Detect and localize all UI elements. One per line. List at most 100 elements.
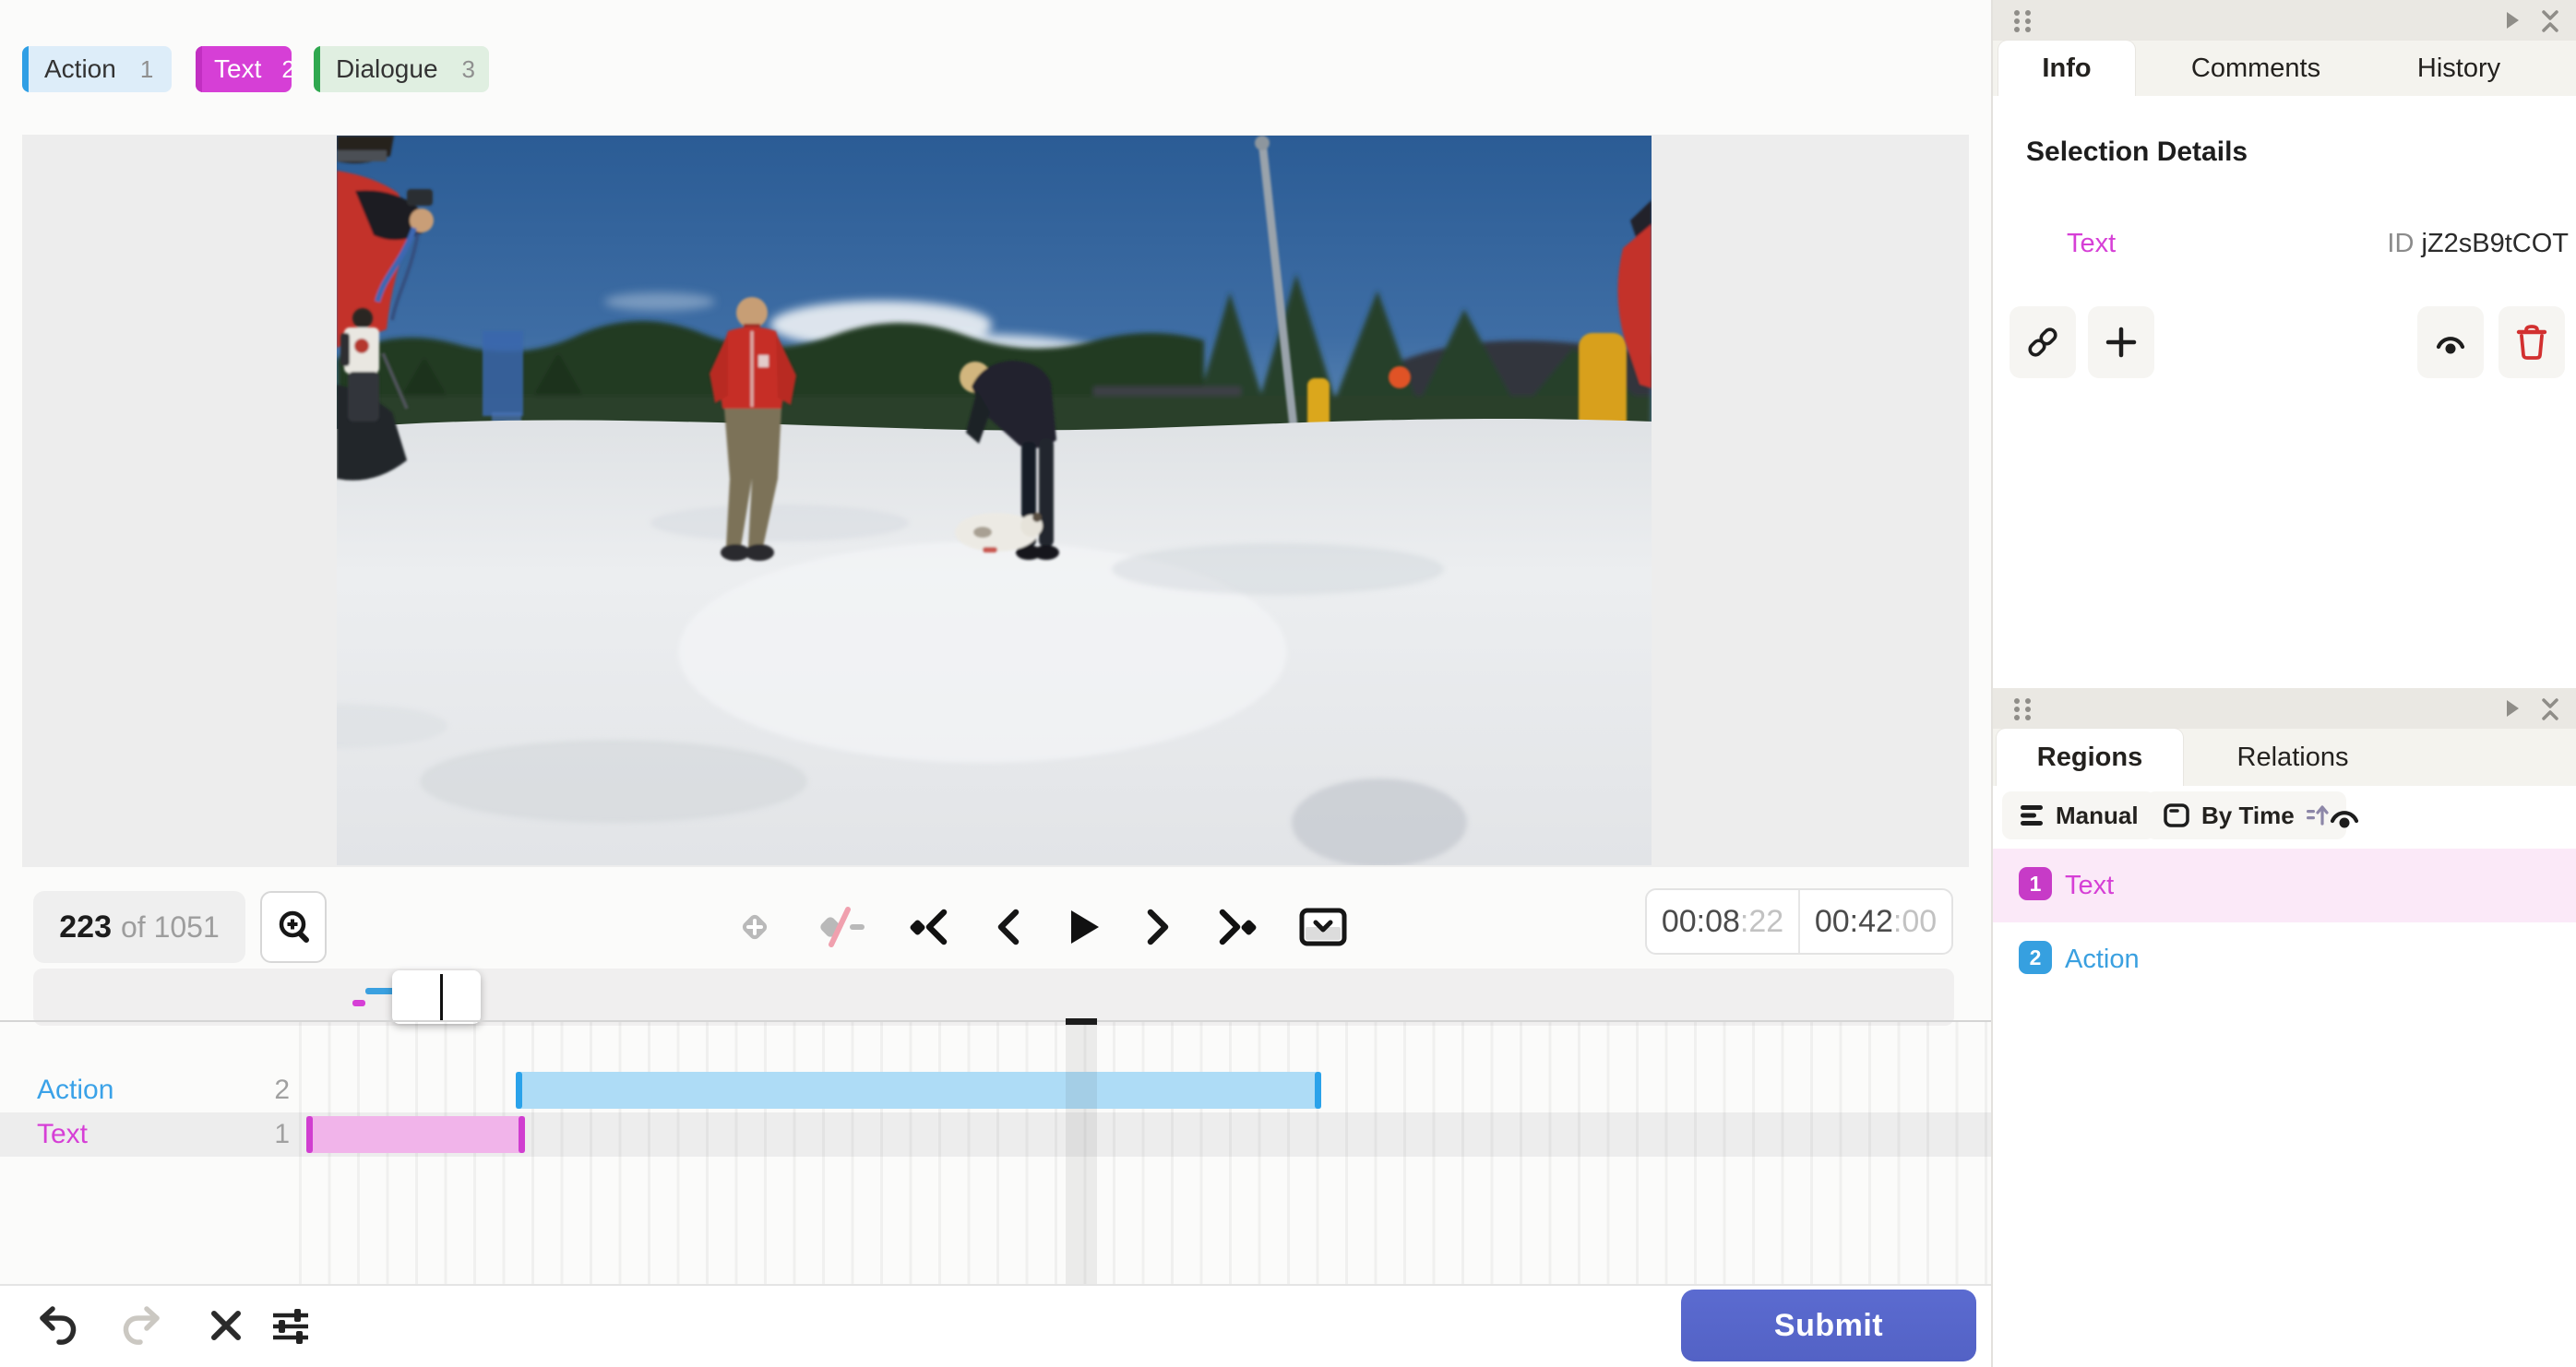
settings-button[interactable] [269, 1304, 312, 1347]
total-time: 00:42:00 [1814, 903, 1938, 939]
label-name: Action [44, 54, 116, 83]
region-label: Text [2065, 871, 2115, 900]
close-icon [211, 1311, 241, 1340]
label-color-bar [196, 46, 202, 92]
collapse-panel-icon[interactable] [2539, 696, 2561, 722]
regions-tabstrip: Regions Relations [1993, 729, 2576, 786]
label-name: Text [214, 54, 262, 83]
track-label: Text [37, 1119, 89, 1149]
tab-regions[interactable]: Regions [1997, 729, 2183, 786]
sort-manual-button[interactable]: Manual [2002, 791, 2155, 839]
trash-icon [2516, 325, 2547, 360]
toggle-interpolation-button[interactable] [815, 906, 868, 948]
keyframe-add-icon [742, 914, 768, 940]
regions-panel-header[interactable] [1993, 688, 2576, 729]
label-button-dialogue[interactable]: Dialogue 3 [314, 46, 489, 92]
selection-details-heading: Selection Details [2026, 137, 2248, 167]
region-bar-end-handle [519, 1116, 525, 1153]
seek-segment-text [352, 1000, 365, 1006]
current-frame: 223 [59, 909, 112, 945]
seek-viewport-window[interactable] [392, 970, 482, 1024]
track-count: 1 [274, 1119, 290, 1149]
detach-panel-icon[interactable] [2504, 10, 2521, 30]
visibility-eye-icon [2436, 337, 2465, 354]
region-index-badge: 1 [2019, 867, 2052, 900]
label-button-text[interactable]: Text 2 [196, 46, 292, 92]
tab-info[interactable]: Info [1998, 41, 2135, 96]
main-area: Action 1 Text 2 Dialogue 3 223 of 1051 0… [0, 0, 1991, 1367]
playhead-tick [1065, 1018, 1097, 1025]
track-label: Action [37, 1075, 114, 1105]
details-tabstrip: Info Comments History [1993, 41, 2576, 96]
previous-frame-button[interactable] [990, 905, 1023, 949]
region-list-item-text[interactable]: 1 Text [1993, 849, 2576, 922]
label-button-action[interactable]: Action 1 [22, 46, 172, 92]
label-hotkey: 2 [281, 54, 292, 83]
selected-region-label: Text [2067, 229, 2117, 258]
manual-order-icon [2021, 805, 2043, 826]
add-relation-button[interactable] [2088, 306, 2154, 378]
previous-keyframe-button[interactable] [907, 905, 951, 949]
label-hotkey: 1 [139, 54, 154, 83]
collapse-timeline-button[interactable] [1298, 907, 1348, 947]
label-color-bar [314, 46, 320, 92]
play-button[interactable] [1062, 905, 1104, 949]
transport-controls [733, 891, 1348, 963]
seek-bar[interactable] [33, 969, 1954, 1026]
track-count: 2 [274, 1075, 290, 1105]
video-frame[interactable] [337, 136, 1652, 865]
toggle-all-regions-visibility-button[interactable] [2327, 801, 2362, 837]
prev-keyframe-icon [910, 909, 948, 945]
undo-button[interactable] [37, 1304, 79, 1347]
label-color-bar [22, 46, 29, 92]
detach-panel-icon[interactable] [2504, 698, 2521, 719]
prev-frame-icon [997, 909, 1020, 945]
region-bar-end-handle [1314, 1072, 1321, 1109]
next-keyframe-icon [1219, 909, 1257, 945]
regions-panel: Manual By Time 1 Text 2 Action [1993, 786, 2576, 1367]
tab-comments[interactable]: Comments [2177, 41, 2334, 96]
next-frame-icon [1147, 909, 1169, 945]
tab-history[interactable]: History [2390, 41, 2528, 96]
redo-button[interactable] [120, 1304, 162, 1347]
plus-icon [2105, 327, 2137, 358]
link-region-button[interactable] [2010, 306, 2076, 378]
region-label: Action [2065, 945, 2140, 974]
next-keyframe-button[interactable] [1215, 905, 1259, 949]
total-frames: of 1051 [120, 909, 220, 944]
video-workspace [22, 135, 1969, 867]
current-time: 00:08:22 [1647, 890, 1800, 953]
seek-playhead-line [439, 974, 443, 1020]
drag-handle-icon[interactable] [2011, 8, 2035, 34]
region-list-item-action[interactable]: 2 Action [1993, 922, 2576, 996]
timeline-playhead[interactable] [1065, 1018, 1097, 1284]
sort-by-time-button[interactable]: By Time [2146, 791, 2346, 839]
time-display: 00:08:22 00:42:00 [1645, 888, 1953, 955]
region-bar-text[interactable] [306, 1116, 525, 1153]
label-name: Dialogue [336, 54, 438, 83]
timeline-grid[interactable] [299, 1018, 1991, 1284]
frame-counter[interactable]: 223 of 1051 [33, 891, 245, 963]
delete-region-button[interactable] [2498, 306, 2565, 378]
label-hotkey: 3 [461, 54, 475, 83]
by-time-icon [2164, 803, 2189, 827]
hide-region-button[interactable] [2417, 306, 2484, 378]
region-bar-action[interactable] [515, 1072, 1321, 1109]
collapse-panel-icon[interactable] [2539, 8, 2561, 34]
redo-icon [123, 1306, 160, 1345]
submit-button[interactable]: Submit [1681, 1290, 1976, 1361]
next-frame-button[interactable] [1143, 905, 1176, 949]
reset-annotation-button[interactable] [205, 1304, 247, 1347]
link-icon [2028, 327, 2057, 357]
timeline-zoom-button[interactable] [260, 891, 327, 963]
settings-sliders-icon [273, 1309, 308, 1344]
keyframe-toggle-icon [820, 907, 865, 947]
selection-details-panel: Selection Details Text ID jZ2sB9tCOT [1993, 96, 2576, 688]
play-icon [1071, 910, 1099, 944]
region-bar-start-handle [515, 1072, 522, 1109]
drag-handle-icon[interactable] [2011, 696, 2035, 722]
tab-relations[interactable]: Relations [2214, 729, 2371, 786]
sort-direction-icon [2306, 805, 2329, 826]
details-panel-header[interactable] [1993, 0, 2576, 41]
add-keyframe-button[interactable] [733, 906, 776, 948]
